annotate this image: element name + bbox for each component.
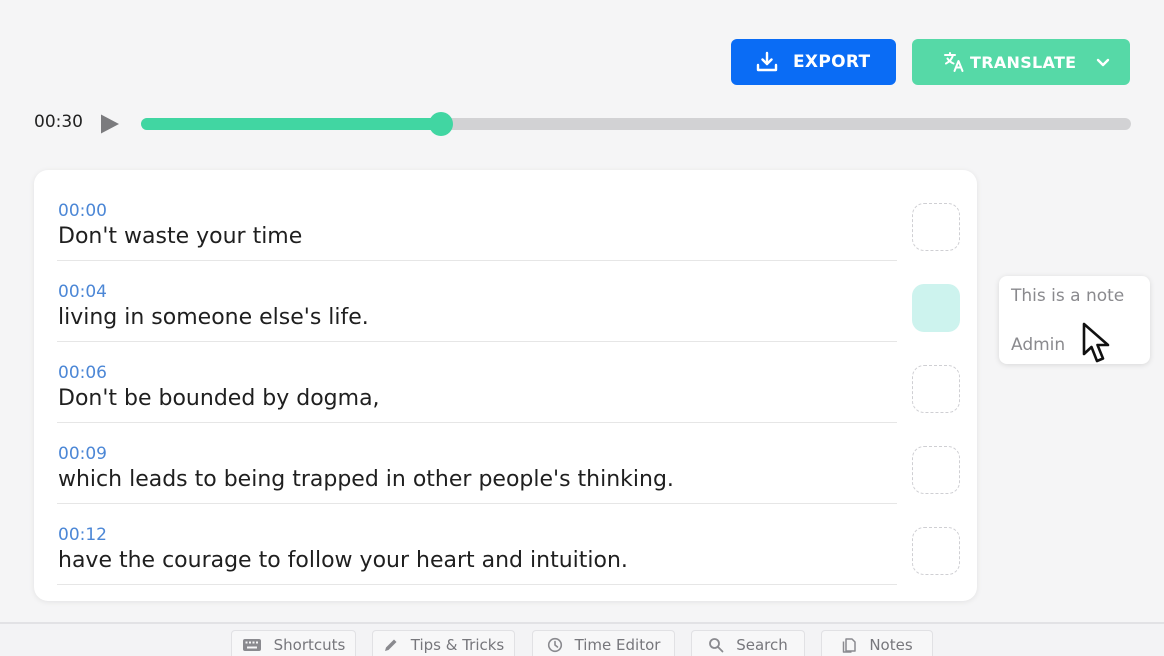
play-icon[interactable] bbox=[99, 113, 121, 135]
tab-search[interactable]: Search bbox=[691, 630, 805, 656]
segment-time[interactable]: 00:12 bbox=[58, 525, 107, 545]
progress-fill bbox=[141, 118, 441, 130]
pencil-icon bbox=[384, 639, 397, 651]
note-button-active[interactable] bbox=[912, 284, 960, 332]
notes-icon bbox=[843, 637, 857, 653]
transcript-card: 00:00 Don't waste your time 00:04 living… bbox=[34, 170, 977, 601]
chevron-down-icon[interactable] bbox=[1094, 53, 1112, 71]
tab-label: Search bbox=[736, 635, 788, 654]
tab-notes[interactable]: Notes bbox=[821, 630, 933, 656]
tab-tips-tricks[interactable]: Tips & Tricks bbox=[372, 630, 515, 656]
segment-time[interactable]: 00:00 bbox=[58, 201, 107, 221]
tab-label: Tips & Tricks bbox=[410, 635, 505, 654]
export-button-label: EXPORT bbox=[793, 52, 871, 72]
transcript-segment[interactable]: 00:12 have the courage to follow your he… bbox=[57, 504, 897, 585]
progress-thumb[interactable] bbox=[428, 112, 453, 136]
current-time: 00:30 bbox=[34, 112, 83, 132]
search-icon bbox=[709, 637, 724, 652]
mouse-cursor-icon bbox=[1082, 322, 1110, 363]
note-button[interactable] bbox=[912, 446, 960, 494]
progress-track[interactable] bbox=[141, 112, 1131, 136]
transcript-segment[interactable]: 00:09 which leads to being trapped in ot… bbox=[57, 423, 897, 504]
note-author: Admin bbox=[1011, 335, 1066, 355]
segment-time[interactable]: 00:06 bbox=[58, 363, 107, 383]
segment-text[interactable]: have the courage to follow your heart an… bbox=[58, 548, 628, 573]
note-text[interactable]: This is a note bbox=[1011, 286, 1124, 306]
transcript-segment[interactable]: 00:04 living in someone else's life. bbox=[57, 261, 897, 342]
tab-label: Shortcuts bbox=[273, 635, 346, 654]
segment-text[interactable]: living in someone else's life. bbox=[58, 305, 369, 330]
transcript-segment[interactable]: 00:06 Don't be bounded by dogma, bbox=[57, 342, 897, 423]
translate-button-label: TRANSLATE bbox=[970, 52, 1077, 72]
download-icon bbox=[756, 51, 778, 72]
tab-label: Notes bbox=[869, 635, 913, 654]
keyboard-icon bbox=[242, 638, 261, 651]
segment-time[interactable]: 00:09 bbox=[58, 444, 107, 464]
transcript-segment[interactable]: 00:00 Don't waste your time bbox=[57, 180, 897, 261]
segment-text[interactable]: which leads to being trapped in other pe… bbox=[58, 467, 674, 492]
note-button[interactable] bbox=[912, 365, 960, 413]
tab-shortcuts[interactable]: Shortcuts bbox=[231, 630, 356, 656]
translate-button[interactable]: TRANSLATE bbox=[912, 39, 1130, 85]
tab-time-editor[interactable]: Time Editor bbox=[532, 630, 675, 656]
segment-time[interactable]: 00:04 bbox=[58, 282, 107, 302]
segment-text[interactable]: Don't waste your time bbox=[58, 224, 302, 249]
note-popup[interactable]: This is a note Admin bbox=[999, 276, 1150, 364]
segment-text[interactable]: Don't be bounded by dogma, bbox=[58, 386, 380, 411]
tab-label: Time Editor bbox=[574, 635, 661, 654]
translate-icon bbox=[944, 52, 964, 72]
clock-icon bbox=[547, 637, 562, 652]
export-button[interactable]: EXPORT bbox=[731, 39, 896, 85]
note-button[interactable] bbox=[912, 203, 960, 251]
bottom-toolbar: Shortcuts Tips & Tricks Time Editor Sear… bbox=[0, 622, 1164, 656]
note-button[interactable] bbox=[912, 527, 960, 575]
